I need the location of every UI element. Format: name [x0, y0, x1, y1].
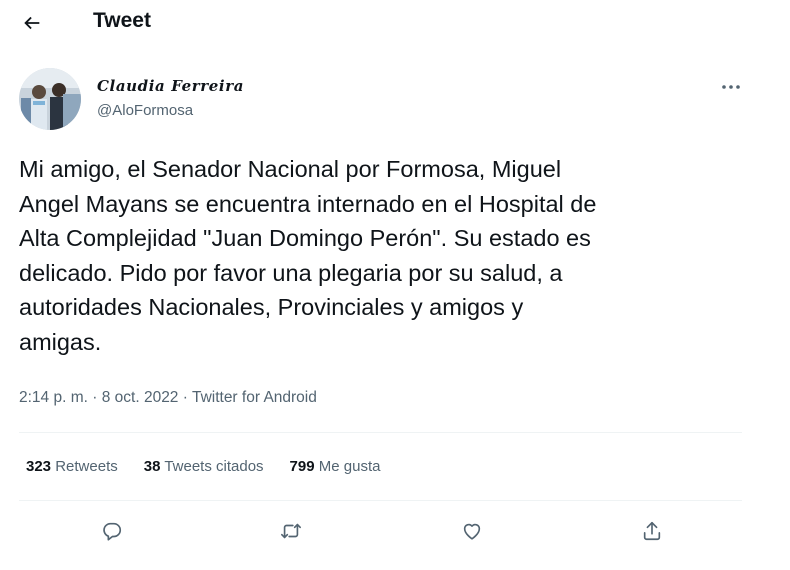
reply-button[interactable] — [93, 512, 131, 550]
page-title: Tweet — [93, 9, 151, 32]
retweets-stat[interactable]: 323 Retweets — [26, 457, 118, 477]
retweet-button[interactable] — [272, 512, 310, 550]
tweet-text: Mi amigo, el Senador Nacional por Formos… — [19, 156, 597, 355]
like-button[interactable] — [453, 512, 491, 550]
divider — [19, 432, 742, 433]
tweet-stats: 323 Retweets 38 Tweets citados 799 Me gu… — [26, 457, 406, 477]
avatar[interactable] — [19, 68, 81, 130]
share-icon — [643, 521, 661, 541]
more-options-button[interactable] — [713, 72, 749, 102]
tweet-source[interactable]: Twitter for Android — [192, 389, 317, 406]
divider — [19, 500, 742, 501]
tweet-actions — [0, 510, 790, 552]
likes-count: 799 — [289, 458, 315, 475]
tweet-header: Tweet — [0, 0, 790, 46]
share-button[interactable] — [633, 512, 671, 550]
reply-icon — [103, 522, 122, 541]
quotes-label: Tweets citados — [164, 458, 264, 475]
retweet-icon — [281, 523, 301, 539]
meta-separator: · — [92, 389, 98, 406]
meta-separator: · — [182, 389, 188, 406]
retweets-count: 323 — [26, 458, 52, 475]
back-button[interactable] — [14, 5, 50, 41]
arrow-left-icon — [24, 16, 40, 30]
more-icon — [722, 85, 740, 89]
like-icon — [463, 523, 481, 540]
likes-label: Me gusta — [318, 458, 381, 475]
tweet-date[interactable]: 8 oct. 2022 — [102, 389, 179, 406]
retweets-label: Retweets — [55, 458, 118, 475]
quotes-count: 38 — [143, 458, 161, 475]
tweet-metadata: 2:14 p. m. · 8 oct. 2022 · Twitter for A… — [19, 388, 317, 408]
quotes-stat[interactable]: 38 Tweets citados — [144, 457, 264, 477]
tweet-time[interactable]: 2:14 p. m. — [19, 389, 88, 406]
author-handle[interactable]: @AloFormosa — [97, 101, 193, 121]
author-name[interactable]: Claudia Ferreira — [97, 76, 244, 96]
likes-stat[interactable]: 799 Me gusta — [290, 457, 381, 477]
